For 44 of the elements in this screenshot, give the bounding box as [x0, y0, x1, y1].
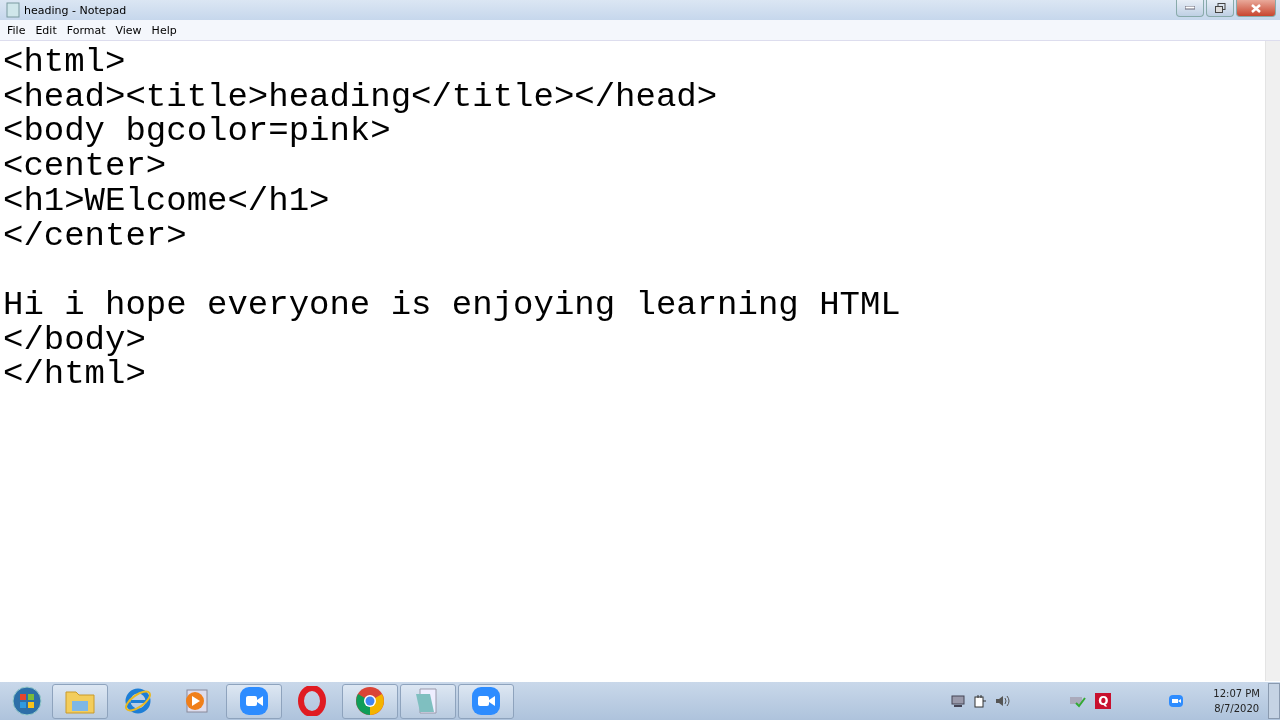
menu-item[interactable]: Help: [146, 23, 182, 37]
restore-icon: [1214, 3, 1226, 13]
code-line: </body>: [3, 322, 146, 358]
notepad-icon: [6, 2, 20, 18]
code-line: </center>: [3, 218, 188, 254]
clock-date[interactable]: 8/7/2020: [1214, 701, 1260, 716]
tray-app-icon[interactable]: Q: [1095, 693, 1112, 709]
monitor-icon[interactable]: [951, 694, 966, 708]
folder-taskbar-button[interactable]: [52, 683, 108, 719]
code-line: </html>: [3, 357, 147, 392]
code-line: <head><title>heading</title></head>: [3, 79, 719, 115]
minimize-icon: [1185, 6, 1195, 10]
notepad-taskbar-button[interactable]: [400, 683, 456, 719]
code-line: Hi i hope everyone is enjoying learning HTML: [3, 287, 902, 323]
code-line: <h1>WElcome</h1>: [3, 183, 331, 219]
video-camera-icon[interactable]: [1169, 695, 1184, 707]
clock-time[interactable]: 12:07 PM: [1213, 686, 1260, 701]
opera-o-icon: [298, 686, 326, 716]
media-player-icon: [183, 688, 209, 714]
checkmark-icon[interactable]: [1069, 694, 1088, 708]
chrome-taskbar-button[interactable]: [342, 683, 398, 719]
video-camera-icon: [471, 686, 501, 716]
window-title: heading - Notepad: [24, 3, 127, 17]
browser-e-icon: [123, 686, 153, 716]
scrollbar[interactable]: [1265, 41, 1280, 681]
show-desktop-button[interactable]: [1268, 683, 1280, 719]
menu-item[interactable]: File: [2, 23, 31, 37]
windows-logo-icon: [12, 686, 42, 716]
text-editor[interactable]: <html> <head><title>heading</title></head> <body bgcolor=pink> <center> <h1>WElcome</h1> </center> Hi i hope everyone is enjoying learning HTML </body> </html>: [0, 41, 1265, 681]
menu-item[interactable]: View: [110, 23, 147, 37]
close-icon: [1251, 3, 1261, 13]
chrome-icon: [355, 686, 385, 716]
power-plug-icon[interactable]: [973, 694, 988, 708]
code-line: <center>: [3, 149, 168, 184]
zoom-taskbar-button[interactable]: [458, 683, 514, 719]
close-button[interactable]: [1236, 0, 1276, 17]
speaker-icon[interactable]: [995, 694, 1012, 708]
code-line: <body bgcolor=pink>: [3, 114, 391, 150]
code-line: <html>: [3, 45, 127, 80]
restore-button[interactable]: [1206, 0, 1234, 17]
menu-item[interactable]: Edit: [30, 23, 62, 37]
video-camera-icon: [239, 686, 269, 716]
menu-item[interactable]: Format: [61, 23, 111, 37]
zoom-taskbar-button[interactable]: [226, 683, 282, 719]
